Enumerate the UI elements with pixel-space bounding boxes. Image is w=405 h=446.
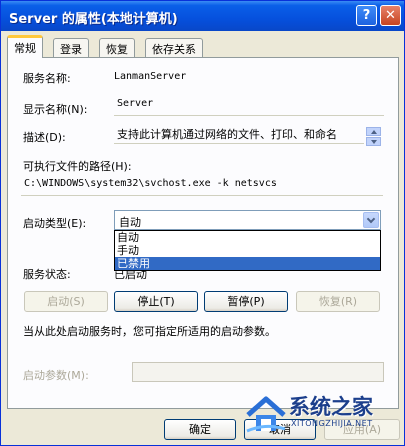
startup-type-value: 自动 [119,216,141,229]
close-button[interactable]: ✕ [380,5,401,26]
startup-type-label: 启动类型(E): [23,217,87,230]
start-params-label: 启动参数(M): [23,369,89,382]
resume-service-button[interactable]: 恢复(R) [296,291,380,312]
arrow-down-icon [370,140,377,144]
stop-service-button[interactable]: 停止(T) [114,291,198,312]
dropdown-button[interactable] [363,212,379,228]
general-tab-panel: 服务名称: LanmanServer 显示名称(N): Server 描述(D)… [7,57,399,409]
start-service-button[interactable]: 启动(S) [24,291,108,312]
display-name-field[interactable]: Server [114,96,384,116]
startup-option-auto[interactable]: 自动 [115,231,380,244]
house-logo-icon [246,396,286,433]
help-button[interactable]: ? [356,5,377,26]
startup-type-dropdown: 自动 手动 已禁用 [114,230,381,271]
tab-recovery[interactable]: 恢复 [99,38,135,57]
display-name-label: 显示名称(N): [23,103,88,116]
description-scroll-up[interactable] [366,127,381,136]
startup-type-select[interactable]: 自动 [114,210,381,230]
chevron-down-icon [366,214,376,224]
tab-logon[interactable]: 登录 [53,38,89,57]
watermark-text: 系统之家 [289,395,373,419]
service-name-label: 服务名称: [23,72,71,85]
startup-option-disabled[interactable]: 已禁用 [115,257,380,270]
tab-dependencies[interactable]: 依存关系 [145,38,203,57]
service-name-value: LanmanServer [114,71,187,82]
start-params-hint: 当从此处启动服务时，您可指定所适用的启动参数。 [23,325,276,338]
start-params-input[interactable] [132,362,384,382]
service-status-label: 服务状态: [23,268,71,281]
properties-dialog: Server 的属性(本地计算机) ? ✕ 常规 登录 恢复 依存关系 服务名称… [0,0,405,446]
description-label: 描述(D): [23,131,66,144]
watermark-logo: 系统之家 XITONGZHIJIA.NET [241,387,405,446]
pause-service-button[interactable]: 暂停(P) [204,291,288,312]
description-scroll-down[interactable] [366,137,381,146]
tab-general[interactable]: 常规 [7,35,43,58]
ok-button[interactable]: 确定 [164,419,236,440]
description-field[interactable]: 支持此计算机通过网络的文件、打印、和命名 [114,124,364,144]
window-title: Server 的属性(本地计算机) [9,12,178,27]
arrow-up-icon [370,130,377,134]
title-bar[interactable]: Server 的属性(本地计算机) ? ✕ [1,1,404,31]
exe-path-field[interactable]: C:\WINDOWS\system32\svchost.exe -k netsv… [21,176,383,196]
watermark-subtext: XITONGZHIJIA.NET [291,419,373,428]
exe-path-label: 可执行文件的路径(H): [23,160,132,173]
startup-option-manual[interactable]: 手动 [115,244,380,257]
